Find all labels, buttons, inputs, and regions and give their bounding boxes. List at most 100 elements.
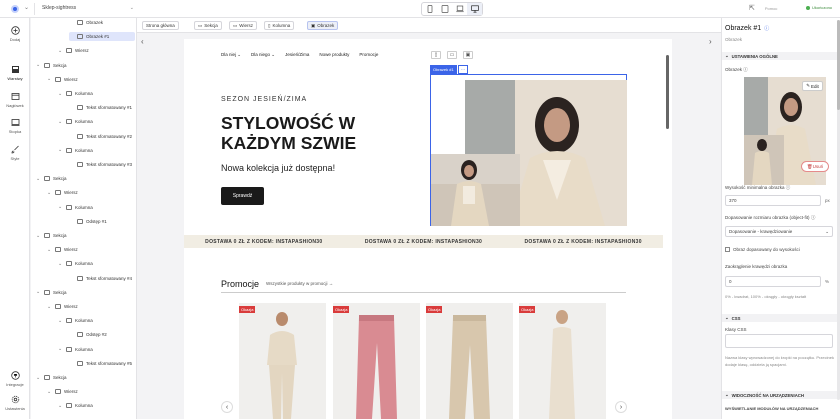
nav-style[interactable]: Style — [0, 145, 30, 161]
nav-integrations[interactable]: Integracje — [0, 371, 30, 387]
device-laptop-button[interactable] — [452, 3, 467, 15]
tree-node[interactable]: Obrazek — [69, 18, 135, 27]
chevron-down-icon[interactable]: ⌄ — [36, 375, 41, 381]
site-nav-item[interactable]: Dla niego ⌄ — [251, 52, 275, 58]
row-tool-button[interactable]: ▭ — [447, 51, 457, 59]
tree-node[interactable]: ⌄ Sekcja — [36, 373, 135, 382]
product-card[interactable]: Okazja — [239, 303, 326, 419]
tree-node[interactable]: ⌄ Kolumna — [58, 401, 135, 410]
info-icon[interactable]: ⓘ — [786, 185, 791, 190]
promo-all-link[interactable]: Wszystkie produkty w promocji → — [266, 281, 333, 286]
breadcrumb-item[interactable]: ▯ Kolumna — [264, 21, 295, 30]
breadcrumb-item[interactable]: Strona główna — [142, 21, 179, 30]
section-visibility[interactable]: ⌄ WIDOCZNOŚĆ NA URZĄDZENIACH — [722, 391, 840, 399]
info-icon[interactable]: ⓘ — [743, 67, 748, 72]
tree-node[interactable]: ⌄ Sekcja — [36, 288, 135, 297]
column-tool-button[interactable]: ▯ — [431, 51, 441, 59]
chevron-left-icon[interactable]: ‹ — [141, 37, 144, 46]
tree-node[interactable]: Tekst sformatowany #1 — [69, 103, 135, 112]
section-css[interactable]: ⌄ CSS — [722, 314, 840, 322]
nav-settings[interactable]: Ustawienia — [0, 395, 30, 411]
tree-node[interactable]: Tekst sformatowany #5 — [69, 359, 135, 368]
edit-image-button[interactable]: ✎ Edit — [802, 81, 823, 91]
tree-node[interactable]: ⌄ Wiersz — [47, 245, 135, 254]
site-nav-item[interactable]: Nowe produkty — [319, 52, 349, 58]
fit-select[interactable]: Dopasowanie - krawędziowanie ⌄ — [725, 226, 833, 237]
tree-node[interactable]: ⌄ Kolumna — [58, 89, 135, 98]
app-logo[interactable] — [11, 5, 19, 13]
site-nav-item[interactable]: Promocje — [359, 52, 378, 58]
help-hint[interactable]: Pomoc — [765, 6, 777, 11]
breadcrumb-item[interactable]: ▭ Wiersz — [229, 21, 258, 30]
chevron-down-icon[interactable]: ⌄ — [58, 147, 63, 153]
info-icon[interactable]: ⓘ — [764, 25, 769, 32]
chevron-down-icon[interactable]: ⌄ — [58, 403, 63, 409]
fit-height-checkbox[interactable]: Obraz dopasowany do wysokości — [725, 247, 800, 252]
chevron-down-icon[interactable]: ⌄ — [36, 176, 41, 182]
radius-input[interactable]: 0 — [725, 276, 821, 287]
site-nav-item[interactable]: Dla niej ⌄ — [221, 52, 241, 58]
cursor-icon[interactable]: ⇱ — [749, 4, 755, 12]
tree-node[interactable]: ⌄ Wiersz — [47, 75, 135, 84]
chevron-down-icon[interactable]: ⌄ — [36, 62, 41, 68]
chevron-down-icon[interactable]: ⌄ — [24, 4, 29, 11]
delete-image-button[interactable]: 🗑 Usuń — [801, 161, 829, 172]
device-tablet-button[interactable] — [437, 3, 452, 15]
chevron-down-icon[interactable]: ⌄ — [58, 48, 63, 54]
chevron-down-icon[interactable]: ⌄ — [47, 76, 52, 82]
info-icon[interactable]: ⓘ — [811, 215, 816, 220]
chevron-down-icon[interactable]: ⌄ — [58, 261, 63, 267]
tree-node[interactable]: Odstęp #1 — [69, 217, 135, 226]
chevron-down-icon[interactable]: ⌄ — [36, 289, 41, 295]
tree-node[interactable]: ⌄ Sekcja — [36, 174, 135, 183]
height-input[interactable]: 370 — [725, 195, 821, 206]
tree-node[interactable]: ⌄ Kolumna — [58, 316, 135, 325]
chevron-right-icon[interactable]: › — [709, 37, 712, 46]
nav-layers[interactable]: Warstwy — [0, 65, 30, 81]
section-tool-button[interactable]: ▣ — [463, 51, 473, 59]
carousel-next-button[interactable]: › — [615, 401, 627, 413]
device-desktop-button[interactable] — [467, 3, 482, 15]
tree-node[interactable]: Odstęp #2 — [69, 330, 135, 339]
selected-element-tag[interactable]: Obrazek #1 — [430, 65, 457, 74]
chevron-down-icon[interactable]: ⌄ — [47, 389, 52, 395]
chevron-down-icon[interactable]: ⌄ — [58, 91, 63, 97]
nav-add[interactable]: Dodaj — [0, 26, 30, 42]
chevron-down-icon[interactable]: ⌄ — [47, 304, 52, 310]
chevron-down-icon[interactable]: ⌄ — [58, 318, 63, 324]
hero-image-block[interactable] — [430, 74, 627, 226]
section-basic-settings[interactable]: ⌄ USTAWIENIA OGÓLNE — [722, 52, 840, 60]
tree-node[interactable]: ⌄ Kolumna — [58, 345, 135, 354]
tree-node[interactable]: ⌄ Wiersz — [47, 188, 135, 197]
nav-header[interactable]: Nagłówek — [0, 92, 30, 108]
chevron-down-icon[interactable]: ⌄ — [47, 190, 52, 196]
tree-node[interactable]: Tekst sformatowany #3 — [69, 160, 135, 169]
tree-node[interactable]: ⌄ Kolumna — [58, 203, 135, 212]
carousel-prev-button[interactable]: ‹ — [221, 401, 233, 413]
chevron-down-icon[interactable]: ⌄ — [36, 233, 41, 239]
tree-node[interactable]: Tekst sformatowany #2 — [69, 132, 135, 141]
tree-node[interactable]: ⌄ Kolumna — [58, 146, 135, 155]
tree-node[interactable]: Tekst sformatowany #4 — [69, 274, 135, 283]
product-card[interactable]: Okazja — [519, 303, 606, 419]
hero-cta-button[interactable]: Sprawdź — [221, 187, 264, 205]
tree-node[interactable]: ⌄ Kolumna — [58, 117, 135, 126]
store-selector[interactable]: Sklep-sightress ⌄ — [42, 5, 134, 14]
chevron-down-icon[interactable]: ⌄ — [58, 346, 63, 352]
canvas-scrollbar[interactable] — [666, 55, 669, 129]
product-card[interactable]: Okazja — [333, 303, 420, 419]
breadcrumb-item[interactable]: ▭ Sekcja — [194, 21, 222, 30]
checkbox-box[interactable] — [725, 247, 730, 252]
css-classes-input[interactable] — [725, 334, 833, 348]
chevron-down-icon[interactable]: ⌄ — [47, 247, 52, 253]
tree-node[interactable]: ⌄ Sekcja — [36, 231, 135, 240]
device-mobile-button[interactable] — [422, 3, 437, 15]
tree-node[interactable]: ⌄ Wiersz — [47, 302, 135, 311]
tree-node[interactable]: Obrazek #1 — [69, 32, 135, 42]
chevron-down-icon[interactable]: ⌄ — [58, 119, 63, 125]
site-nav-item[interactable]: Jesień/Zima — [285, 52, 309, 58]
element-menu-button[interactable]: ⋯ — [458, 65, 468, 74]
tree-node[interactable]: ⌄ Wiersz — [47, 387, 135, 396]
product-card[interactable]: Okazja — [426, 303, 513, 419]
tree-node[interactable]: ⌄ Kolumna — [58, 259, 135, 268]
